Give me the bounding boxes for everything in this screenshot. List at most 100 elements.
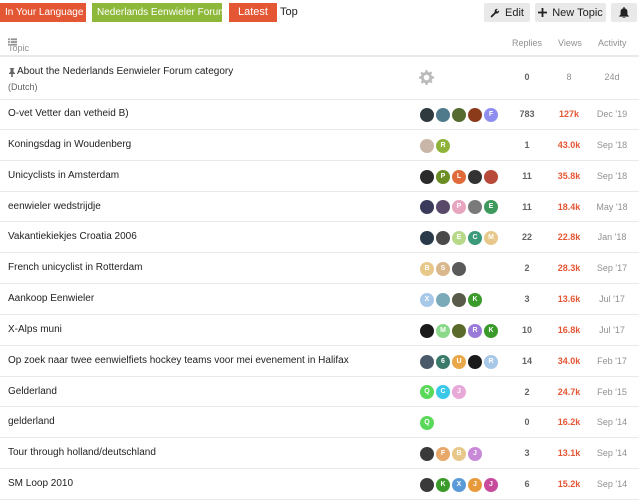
avatar[interactable] xyxy=(452,324,466,338)
activity-date[interactable]: Jan '18 xyxy=(588,232,636,242)
views-column-header[interactable]: Views xyxy=(558,38,582,48)
avatar[interactable]: 6 xyxy=(436,355,450,369)
topic-column-header[interactable]: Topic xyxy=(8,38,29,53)
avatar[interactable] xyxy=(420,478,434,492)
topic-row[interactable]: Tour through holland/deutschland F B J 3 13.1… xyxy=(0,438,639,469)
topic-title-link[interactable]: SM Loop 2010 xyxy=(8,478,73,489)
avatar[interactable] xyxy=(468,355,482,369)
avatar[interactable]: L xyxy=(452,170,466,184)
avatar[interactable]: R xyxy=(436,139,450,153)
activity-date[interactable]: Sep '14 xyxy=(588,448,636,458)
topic-row[interactable]: Koningsdag in Woudenberg R 1 43.0k Sep '18 xyxy=(0,130,639,161)
activity-date[interactable]: Sep '14 xyxy=(588,417,636,427)
avatar[interactable] xyxy=(420,200,434,214)
topic-title-link[interactable]: O-vet Vetter dan vetheid B) xyxy=(8,108,129,119)
tab-latest[interactable]: Latest xyxy=(229,3,277,22)
topic-row[interactable]: O-vet Vetter dan vetheid B) F 783 127k Dec '… xyxy=(0,99,639,130)
avatar[interactable]: K xyxy=(436,478,450,492)
topic-title-link[interactable]: Tour through holland/deutschland xyxy=(8,447,156,458)
activity-date[interactable]: Jul '17 xyxy=(588,294,636,304)
topic-title-link[interactable]: Op zoek naar twee eenwielfiets hockey te… xyxy=(8,355,349,366)
topic-row[interactable]: X-Alps muni M R K 10 16.8k Jul '17 xyxy=(0,315,639,346)
topic-title-link[interactable]: X-Alps muni xyxy=(8,324,62,335)
topic-row[interactable]: gelderland Q 0 16.2k Sep '14 xyxy=(0,407,639,438)
avatar[interactable]: K xyxy=(484,324,498,338)
avatar[interactable] xyxy=(420,108,434,122)
avatar[interactable] xyxy=(468,200,482,214)
avatar[interactable]: B xyxy=(452,447,466,461)
topic-title-link[interactable]: Gelderland xyxy=(8,386,57,397)
topic-title-link[interactable]: eenwieler wedstrijdje xyxy=(8,201,101,212)
avatar[interactable]: R xyxy=(484,355,498,369)
avatar[interactable]: Q xyxy=(420,385,434,399)
topic-row[interactable]: eenwieler wedstrijdje P E 11 18.4k May '18 xyxy=(0,192,639,222)
topic-row[interactable]: Vakantiekiekjes Croatia 2006 E C M 22 22.8k Ja… xyxy=(0,222,639,253)
avatar[interactable] xyxy=(420,447,434,461)
subcategory-breadcrumb[interactable]: Nederlands Eenwieler Forum xyxy=(92,3,236,22)
avatar[interactable] xyxy=(420,139,434,153)
avatar[interactable] xyxy=(452,293,466,307)
replies-column-header[interactable]: Replies xyxy=(512,38,542,48)
avatar[interactable]: J xyxy=(452,385,466,399)
avatar[interactable]: P xyxy=(436,170,450,184)
avatar[interactable] xyxy=(420,324,434,338)
avatar[interactable]: K xyxy=(468,293,482,307)
avatar[interactable]: B xyxy=(420,262,434,276)
activity-date[interactable]: Sep '14 xyxy=(588,479,636,489)
topic-title-link[interactable]: Aankoop Eenwieler xyxy=(8,293,94,304)
avatar[interactable]: F xyxy=(484,108,498,122)
avatar[interactable]: J xyxy=(468,447,482,461)
avatar[interactable] xyxy=(468,108,482,122)
avatar[interactable]: M xyxy=(484,231,498,245)
avatar[interactable]: Q xyxy=(420,416,434,430)
topic-title-link[interactable]: Unicyclists in Amsterdam xyxy=(8,170,119,181)
category-breadcrumb[interactable]: In Your Language xyxy=(0,3,93,22)
tab-top[interactable]: Top xyxy=(271,3,307,22)
avatar[interactable] xyxy=(436,231,450,245)
edit-button[interactable]: Edit xyxy=(484,3,530,22)
avatar[interactable] xyxy=(420,170,434,184)
avatar[interactable] xyxy=(452,108,466,122)
avatar[interactable]: X xyxy=(420,293,434,307)
topic-row[interactable]: Unicyclists in Amsterdam P L 11 35.8k Sep '18 xyxy=(0,161,639,192)
avatar[interactable]: X xyxy=(452,478,466,492)
topic-row[interactable]: French unicyclist in Rotterdam B S 2 28.3k Se… xyxy=(0,253,639,284)
avatar[interactable] xyxy=(436,108,450,122)
topic-title-link[interactable]: Koningsdag in Woudenberg xyxy=(8,139,131,150)
new-topic-button[interactable]: New Topic xyxy=(535,3,606,22)
topic-row[interactable]: Op zoek naar twee eenwielfiets hockey te… xyxy=(0,346,639,377)
topic-row[interactable]: About the Nederlands Eenwieler Forum cat… xyxy=(0,58,639,100)
activity-date[interactable]: Sep '17 xyxy=(588,263,636,273)
avatar[interactable]: C xyxy=(468,231,482,245)
avatar[interactable]: P xyxy=(452,200,466,214)
avatar[interactable] xyxy=(452,262,466,276)
activity-date[interactable]: Sep '18 xyxy=(588,171,636,181)
avatar[interactable]: J xyxy=(468,478,482,492)
topic-title-link[interactable]: Vakantiekiekjes Croatia 2006 xyxy=(8,231,137,242)
activity-date[interactable]: May '18 xyxy=(588,202,636,212)
activity-column-header[interactable]: Activity xyxy=(598,38,627,48)
avatar[interactable]: S xyxy=(436,262,450,276)
avatar[interactable] xyxy=(420,231,434,245)
avatar[interactable] xyxy=(420,355,434,369)
avatar[interactable]: E xyxy=(452,231,466,245)
activity-date[interactable]: Dec '19 xyxy=(588,109,636,119)
activity-date[interactable]: Jul '17 xyxy=(588,325,636,335)
topic-title-link[interactable]: French unicyclist in Rotterdam xyxy=(8,262,143,273)
avatar[interactable]: J xyxy=(484,478,498,492)
topic-row[interactable]: Aankoop Eenwieler X K 3 13.6k Jul '17 xyxy=(0,284,639,315)
avatar[interactable]: R xyxy=(468,324,482,338)
notifications-button[interactable] xyxy=(611,3,637,22)
topic-row[interactable]: Gelderland Q C J 2 24.7k Feb '15 xyxy=(0,377,639,407)
avatar[interactable] xyxy=(436,293,450,307)
activity-date[interactable]: Feb '17 xyxy=(588,356,636,366)
avatar[interactable]: U xyxy=(452,355,466,369)
avatar[interactable] xyxy=(468,170,482,184)
avatar[interactable]: E xyxy=(484,200,498,214)
topic-row[interactable]: SM Loop 2010 K X J J 6 15.2k Sep '14 xyxy=(0,469,639,500)
activity-date[interactable]: 24d xyxy=(588,72,636,82)
avatar[interactable]: C xyxy=(436,385,450,399)
activity-date[interactable]: Sep '18 xyxy=(588,140,636,150)
topic-title-link[interactable]: gelderland xyxy=(8,416,55,427)
avatar[interactable]: F xyxy=(436,447,450,461)
